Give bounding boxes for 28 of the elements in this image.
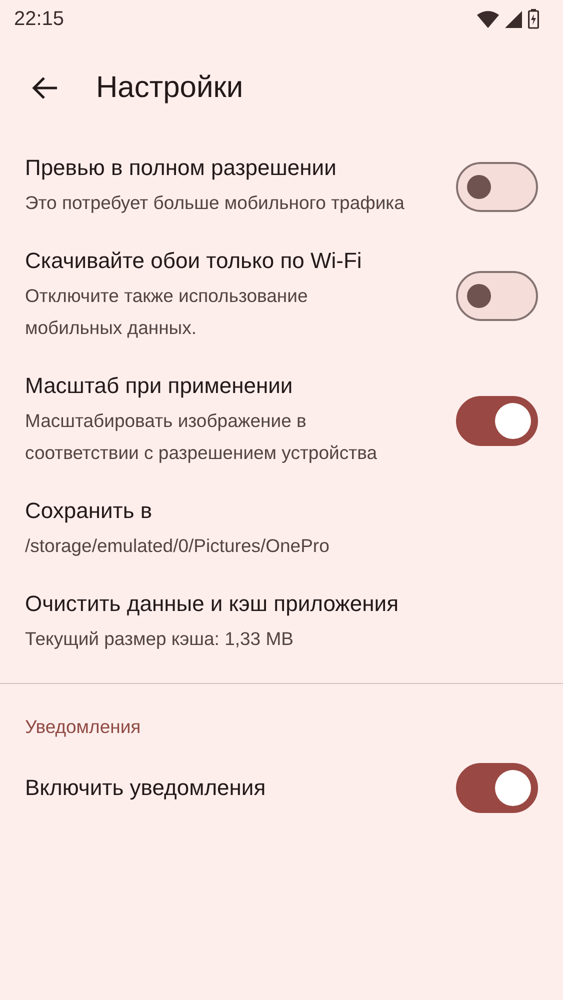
status-time: 22:15 bbox=[14, 8, 64, 30]
battery-icon bbox=[528, 9, 539, 29]
toggle-switch[interactable] bbox=[456, 162, 538, 212]
wifi-icon bbox=[477, 10, 499, 28]
setting-item[interactable]: Масштаб при применении Масштабировать изображение в соответствии с разрешением устройства bbox=[0, 358, 563, 483]
toggle-switch[interactable] bbox=[456, 270, 538, 320]
signal-icon bbox=[505, 10, 522, 28]
setting-title: Сохранить в bbox=[25, 497, 154, 525]
setting-summary: Отключите также использование мобильных данных. bbox=[25, 284, 309, 340]
setting-summary: Это потребует больше мобильного трафика bbox=[25, 191, 406, 215]
toggle-switch[interactable] bbox=[456, 763, 538, 813]
setting-item[interactable]: Скачивайте обои только по Wi-Fi Отключите также использование мобильных данных. bbox=[0, 233, 563, 358]
setting-summary: Масштабировать изображение в соответствии с разрешением устройства bbox=[25, 409, 378, 465]
setting-item[interactable]: Очистить данные и кэш приложения Текущий размер кэша: 1,33 MB bbox=[0, 576, 563, 669]
setting-summary: /storage/emulated/0/Pictures/OnePro bbox=[25, 534, 330, 558]
toggle-switch[interactable] bbox=[456, 396, 538, 446]
setting-title: Включить уведомления bbox=[25, 774, 267, 802]
section-header: Уведомления bbox=[24, 715, 142, 739]
setting-item[interactable]: Превью в полном разрешении Это потребует больше мобильного трафика bbox=[0, 140, 563, 233]
setting-title: Очистить данные и кэш приложения bbox=[25, 590, 400, 618]
setting-item[interactable]: Сохранить в /storage/emulated/0/Pictures/OnePro bbox=[0, 483, 563, 576]
setting-summary: Текущий размер кэша: 1,33 MB bbox=[25, 627, 294, 651]
screen-title: Настройки bbox=[96, 71, 244, 105]
setting-title: Масштаб при применении bbox=[25, 372, 294, 400]
setting-title: Скачивайте обои только по Wi-Fi bbox=[25, 247, 363, 275]
back-arrow-icon bbox=[32, 76, 58, 100]
setting-title: Превью в полном разрешении bbox=[25, 154, 338, 182]
setting-item[interactable]: Включить уведомления bbox=[0, 748, 563, 828]
